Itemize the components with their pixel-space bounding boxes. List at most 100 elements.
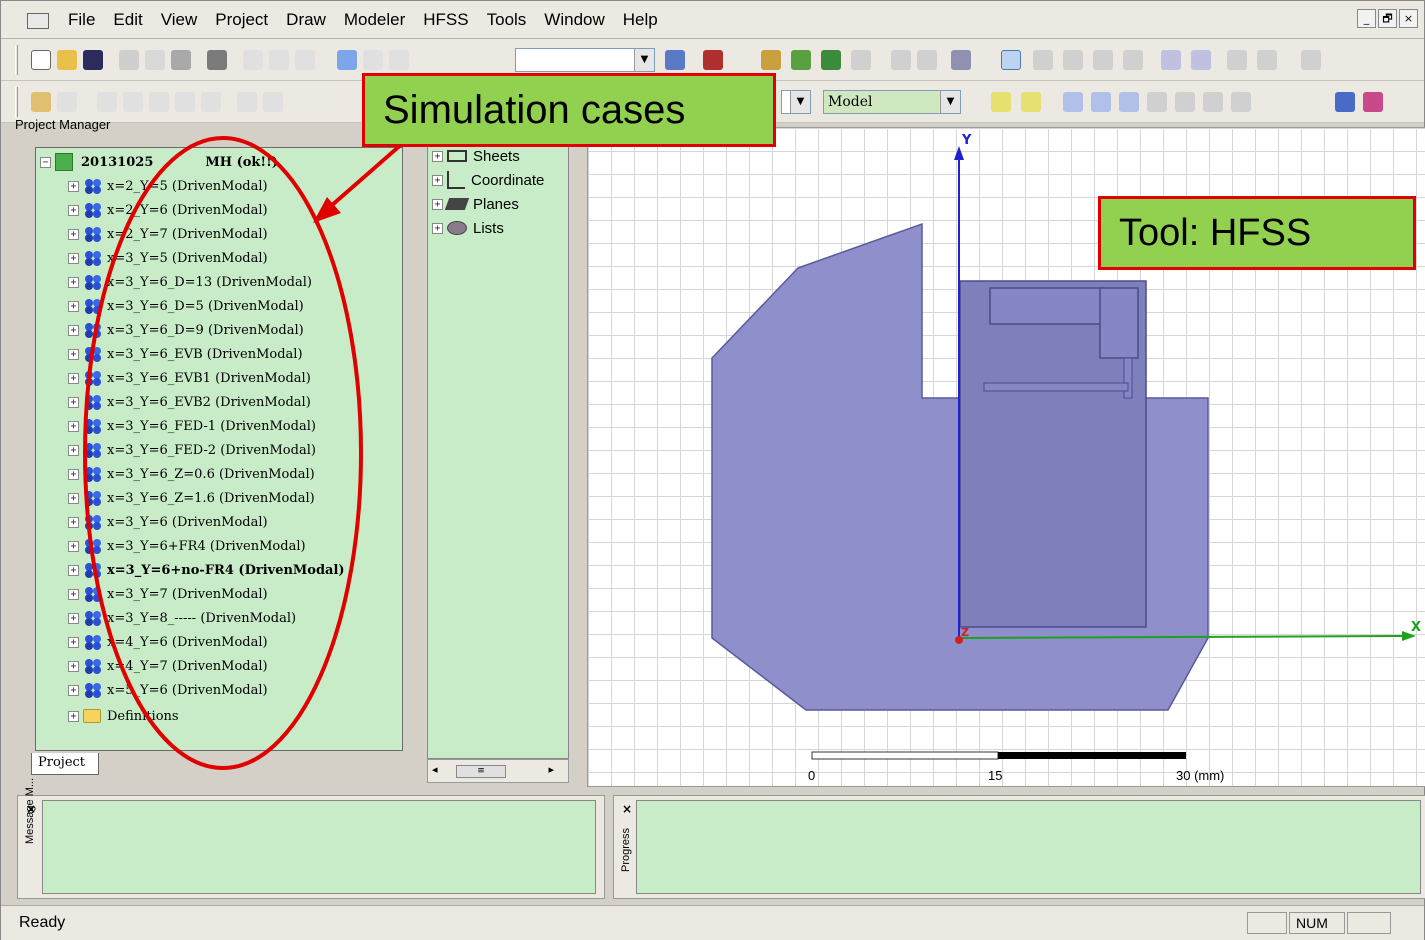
- expand-icon[interactable]: +: [68, 516, 79, 528]
- expand-icon[interactable]: +: [68, 228, 79, 240]
- zoom-out-icon[interactable]: [1191, 50, 1211, 70]
- project-node[interactable]: − 20131025 MH (ok!!): [40, 150, 278, 174]
- rectangle-icon[interactable]: [175, 92, 195, 112]
- rotate-icon[interactable]: [389, 50, 409, 70]
- relative-cs-icon[interactable]: [1091, 92, 1111, 112]
- toolbar-grip[interactable]: [15, 87, 18, 117]
- delete-icon[interactable]: [243, 50, 263, 70]
- expand-icon[interactable]: +: [68, 468, 79, 480]
- subtract-icon[interactable]: [263, 92, 283, 112]
- expand-icon[interactable]: +: [68, 588, 79, 600]
- view-options-icon[interactable]: [1301, 50, 1321, 70]
- expand-icon[interactable]: +: [68, 660, 79, 672]
- progress-area[interactable]: [636, 800, 1421, 894]
- scroll-left-icon[interactable]: ◂: [432, 763, 438, 776]
- shade-icon[interactable]: [1363, 92, 1383, 112]
- excitation-icon[interactable]: [821, 50, 841, 70]
- validate-icon[interactable]: [703, 50, 723, 70]
- tab-project[interactable]: Project: [31, 753, 99, 775]
- menu-window[interactable]: Window: [535, 10, 613, 30]
- model-tree-scrollbar[interactable]: ◂ ≡ ▸: [427, 759, 569, 783]
- simulation-case-item[interactable]: + x=3_Y=6 (DrivenModal): [68, 510, 268, 534]
- copy-icon[interactable]: [145, 50, 165, 70]
- simulation-case-item[interactable]: + x=3_Y=6_FED-1 (DrivenModal): [68, 414, 316, 438]
- expand-icon[interactable]: +: [68, 684, 79, 696]
- context-help-icon[interactable]: [57, 92, 77, 112]
- simulation-case-item[interactable]: + x=3_Y=6+no-FR4 (DrivenModal): [68, 558, 345, 582]
- expand-icon[interactable]: +: [68, 420, 79, 432]
- analysis-icon[interactable]: [665, 50, 685, 70]
- menu-view[interactable]: View: [152, 10, 207, 30]
- material-icon[interactable]: [761, 50, 781, 70]
- expand-icon[interactable]: +: [68, 396, 79, 408]
- plot-icon[interactable]: [917, 50, 937, 70]
- selection-combo[interactable]: ▼: [515, 48, 655, 72]
- orbit-icon[interactable]: [1063, 50, 1083, 70]
- menu-hfss[interactable]: HFSS: [414, 10, 477, 30]
- model-strip[interactable]: [983, 382, 1129, 392]
- move-icon[interactable]: [363, 50, 383, 70]
- polyline-icon[interactable]: [201, 92, 221, 112]
- expand-icon[interactable]: +: [68, 204, 79, 216]
- expand-icon[interactable]: +: [68, 540, 79, 552]
- select-icon[interactable]: [337, 50, 357, 70]
- close-button[interactable]: ×: [1399, 9, 1418, 28]
- zoom-icon[interactable]: [1123, 50, 1143, 70]
- boundary-icon[interactable]: [791, 50, 811, 70]
- cylinder-icon[interactable]: [123, 92, 143, 112]
- tree-item-lists[interactable]: + Lists: [432, 216, 504, 240]
- redo-icon[interactable]: [295, 50, 315, 70]
- simulation-case-item[interactable]: + x=3_Y=8_----- (DrivenModal): [68, 606, 296, 630]
- save-icon[interactable]: [83, 50, 103, 70]
- simulation-case-item[interactable]: + x=3_Y=6_Z=0.6 (DrivenModal): [68, 462, 315, 486]
- menu-project[interactable]: Project: [206, 10, 277, 30]
- simulation-case-item[interactable]: + x=3_Y=6_D=13 (DrivenModal): [68, 270, 312, 294]
- simulation-case-item[interactable]: + x=2_Y=5 (DrivenModal): [68, 174, 268, 198]
- face-cs-icon[interactable]: [1119, 92, 1139, 112]
- pan-icon[interactable]: [1001, 50, 1021, 70]
- expand-icon[interactable]: +: [68, 252, 79, 264]
- restore-button[interactable]: 🗗: [1378, 9, 1397, 28]
- simulation-case-item[interactable]: + x=4_Y=7 (DrivenModal): [68, 654, 268, 678]
- snap-edge-icon[interactable]: [1231, 92, 1251, 112]
- expand-icon[interactable]: +: [432, 174, 443, 186]
- material-combo[interactable]: ▼: [781, 90, 811, 114]
- collapse-icon[interactable]: −: [40, 156, 51, 168]
- expand-icon[interactable]: +: [68, 710, 79, 722]
- expand-icon[interactable]: +: [68, 372, 79, 384]
- print-icon[interactable]: [207, 50, 227, 70]
- render-icon[interactable]: [1335, 92, 1355, 112]
- expand-icon[interactable]: +: [68, 564, 79, 576]
- expand-icon[interactable]: +: [68, 492, 79, 504]
- simulation-case-item[interactable]: + x=4_Y=6 (DrivenModal): [68, 630, 268, 654]
- simulation-case-item[interactable]: + x=3_Y=6_EVB (DrivenModal): [68, 342, 303, 366]
- new-file-icon[interactable]: [31, 50, 51, 70]
- spin-icon[interactable]: [1093, 50, 1113, 70]
- snap-vertex-icon[interactable]: [1203, 92, 1223, 112]
- rotate-view-icon[interactable]: [1033, 50, 1053, 70]
- expand-icon[interactable]: +: [68, 348, 79, 360]
- tree-item-planes[interactable]: + Planes: [432, 192, 519, 216]
- undo-icon[interactable]: [269, 50, 289, 70]
- tree-item-coordinate[interactable]: + Coordinate: [432, 168, 544, 192]
- simulation-case-item[interactable]: + x=3_Y=6_D=9 (DrivenModal): [68, 318, 304, 342]
- minimize-button[interactable]: _: [1357, 9, 1376, 28]
- menu-modeler[interactable]: Modeler: [335, 10, 414, 30]
- simulation-case-item[interactable]: + x=5_Y=6 (DrivenModal): [68, 678, 268, 702]
- snap-grid-icon[interactable]: [1175, 92, 1195, 112]
- expand-icon[interactable]: +: [432, 150, 443, 162]
- mode-combo[interactable]: Model ▼: [823, 90, 961, 114]
- plane-yz-icon[interactable]: [1021, 92, 1041, 112]
- fit-selection-icon[interactable]: [1257, 50, 1277, 70]
- expand-icon[interactable]: +: [68, 612, 79, 624]
- expand-icon[interactable]: +: [68, 300, 79, 312]
- definitions-node[interactable]: + Definitions: [68, 704, 179, 728]
- expand-icon[interactable]: +: [68, 444, 79, 456]
- unite-icon[interactable]: [237, 92, 257, 112]
- paste-icon[interactable]: [171, 50, 191, 70]
- field-icon[interactable]: [891, 50, 911, 70]
- expand-icon[interactable]: +: [432, 198, 443, 210]
- help-icon[interactable]: [31, 92, 51, 112]
- menu-help[interactable]: Help: [614, 10, 667, 30]
- simulation-case-item[interactable]: + x=3_Y=7 (DrivenModal): [68, 582, 268, 606]
